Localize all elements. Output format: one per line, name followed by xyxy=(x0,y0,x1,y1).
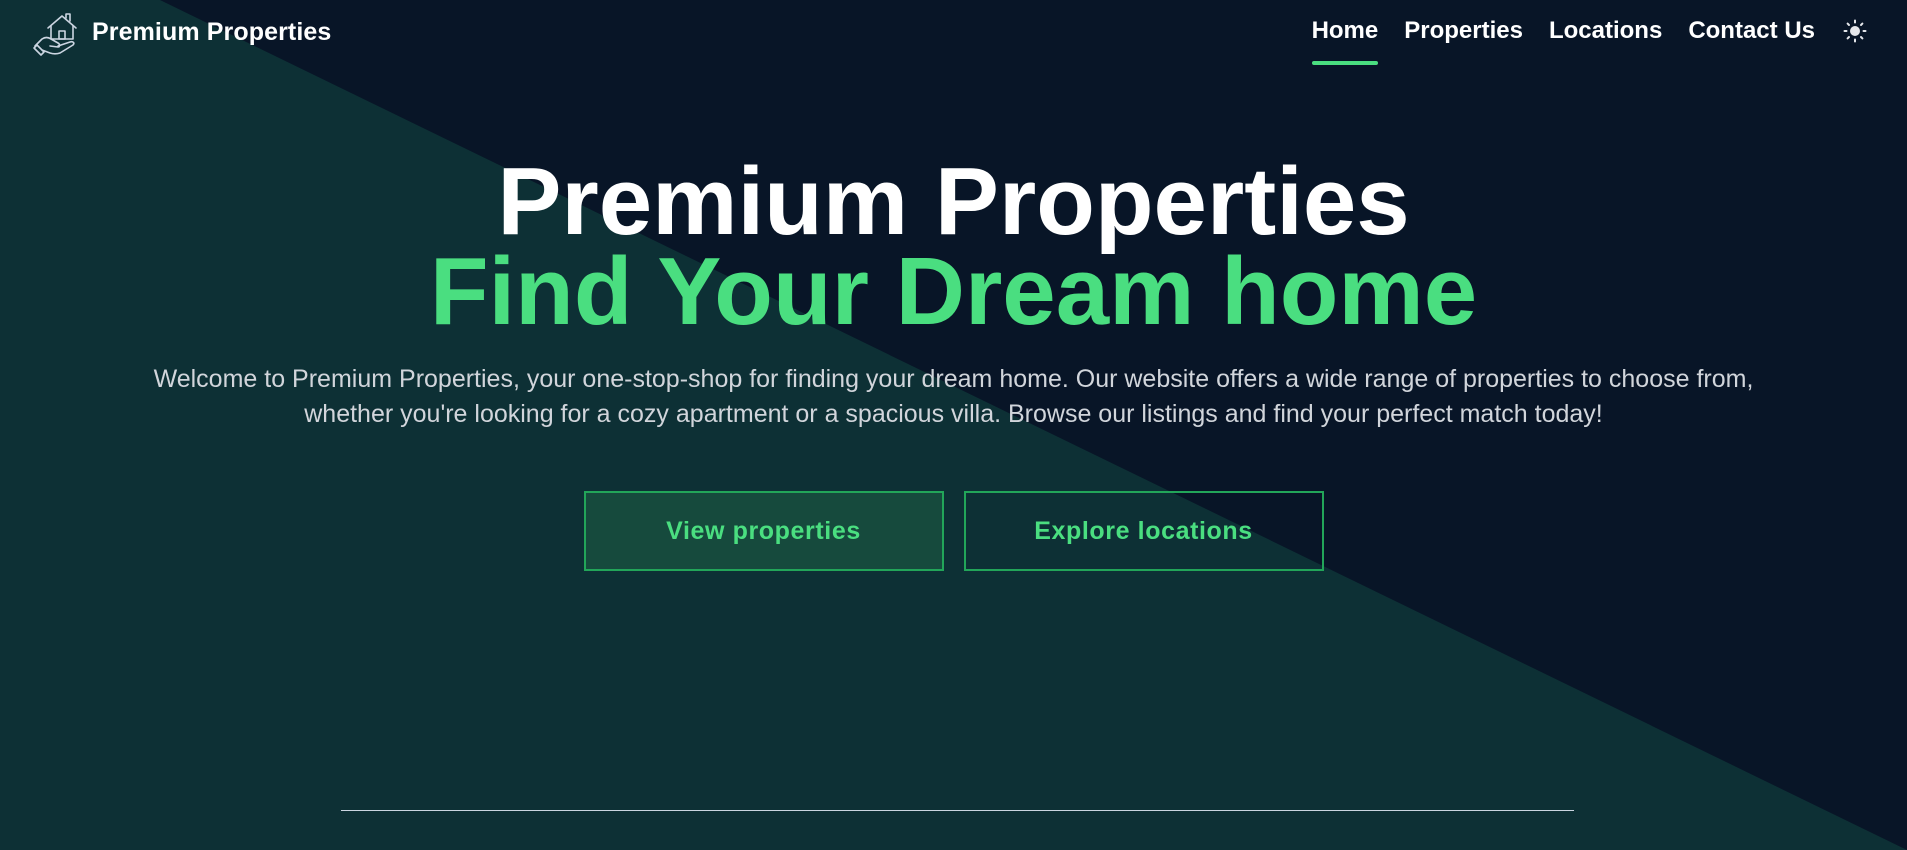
nav-contact-us[interactable]: Contact Us xyxy=(1688,0,1815,67)
house-in-hand-icon xyxy=(32,6,84,58)
hero-description: Welcome to Premium Properties, your one-… xyxy=(153,365,1754,428)
brand-name: Premium Properties xyxy=(92,17,332,46)
hero-section: Premium Properties Find Your Dream home … xyxy=(0,0,1907,850)
nav-home[interactable]: Home xyxy=(1311,0,1378,67)
nav-locations[interactable]: Locations xyxy=(1549,0,1662,67)
hero-button-row: View properties Explore locations xyxy=(0,491,1907,571)
sun-icon[interactable] xyxy=(1841,17,1869,45)
view-properties-button[interactable]: View properties xyxy=(583,491,944,571)
hero-title: Premium Properties xyxy=(497,148,1410,255)
explore-locations-button[interactable]: Explore locations xyxy=(963,491,1324,571)
brand-link[interactable]: Premium Properties xyxy=(32,6,331,58)
hero-subtitle: Find Your Dream home xyxy=(429,238,1478,345)
section-divider xyxy=(341,810,1574,811)
nav-properties[interactable]: Properties xyxy=(1404,0,1523,67)
main-nav: Home Properties Locations Contact Us xyxy=(1311,0,1869,72)
